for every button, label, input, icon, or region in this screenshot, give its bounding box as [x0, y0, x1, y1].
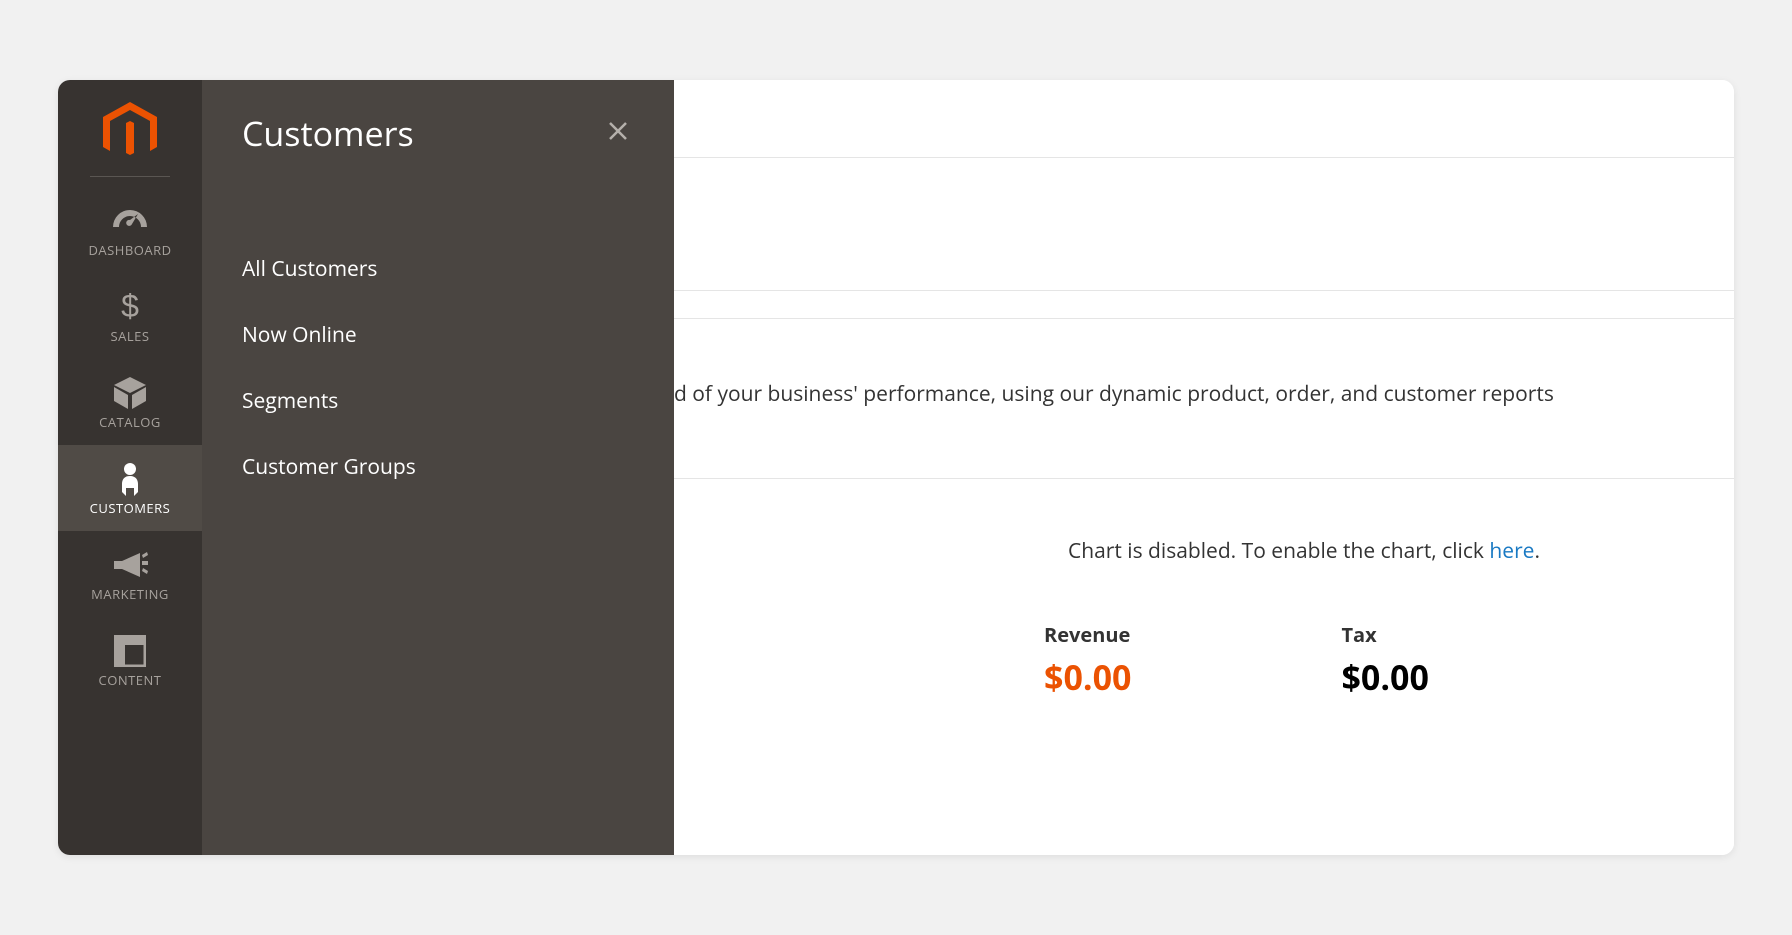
logo[interactable] [58, 80, 202, 176]
nav-item-customers[interactable]: CUSTOMERS [58, 445, 202, 531]
nav-label: SALES [111, 327, 150, 345]
nav-item-marketing[interactable]: MARKETING [58, 531, 202, 617]
content-area: d of your business' performance, using o… [674, 80, 1734, 855]
stat-tax: Tax $0.00 [1341, 621, 1428, 700]
stat-label-tax: Tax [1341, 621, 1428, 648]
flyout-title: Customers [242, 110, 414, 156]
flyout-item-all-customers[interactable]: All Customers [242, 236, 634, 302]
flyout-panel: Customers All Customers Now Online Segme… [202, 80, 674, 855]
content-info-strip [674, 291, 1734, 319]
nav-label: CONTENT [99, 671, 162, 689]
svg-text:$: $ [121, 290, 139, 324]
magento-logo-icon [103, 102, 157, 162]
close-icon [606, 119, 630, 143]
dollar-icon: $ [119, 289, 141, 325]
nav-item-catalog[interactable]: CATALOG [58, 359, 202, 445]
stat-label-revenue: Revenue [1044, 621, 1131, 648]
divider [90, 176, 170, 177]
flyout-item-segments[interactable]: Segments [242, 368, 634, 434]
flyout-item-now-online[interactable]: Now Online [242, 302, 634, 368]
box-icon [112, 375, 148, 411]
app-window: DASHBOARD $ SALES CATALOG CUSTOMERS MARK… [58, 80, 1734, 855]
stats-row: Revenue $0.00 Tax $0.00 [714, 621, 1694, 700]
gauge-icon [111, 203, 149, 239]
megaphone-icon [112, 547, 148, 583]
stat-revenue: Revenue $0.00 [1044, 621, 1131, 700]
chart-msg-prefix: Chart is disabled. To enable the chart, … [1068, 537, 1489, 565]
stat-value-tax: $0.00 [1341, 654, 1428, 700]
content-topbar [674, 80, 1734, 158]
nav-item-sales[interactable]: $ SALES [58, 273, 202, 359]
layout-icon [114, 633, 146, 669]
stat-value-revenue: $0.00 [1044, 654, 1131, 700]
close-button[interactable] [602, 115, 634, 151]
info-text: d of your business' performance, using o… [674, 319, 1734, 479]
nav-item-content[interactable]: CONTENT [58, 617, 202, 703]
person-icon [119, 461, 141, 497]
nav-label: MARKETING [91, 585, 169, 603]
nav-label: CUSTOMERS [90, 499, 171, 517]
enable-chart-link[interactable]: here [1489, 537, 1534, 565]
nav-label: CATALOG [99, 413, 161, 431]
sidebar: DASHBOARD $ SALES CATALOG CUSTOMERS MARK… [58, 80, 202, 855]
chart-msg-suffix: . [1534, 537, 1540, 565]
nav-item-dashboard[interactable]: DASHBOARD [58, 187, 202, 273]
flyout-item-customer-groups[interactable]: Customer Groups [242, 434, 634, 500]
nav-label: DASHBOARD [88, 241, 171, 259]
chart-section: Chart is disabled. To enable the chart, … [674, 479, 1734, 700]
content-header [674, 158, 1734, 291]
chart-disabled-message: Chart is disabled. To enable the chart, … [714, 537, 1694, 565]
flyout-header: Customers [242, 110, 634, 156]
